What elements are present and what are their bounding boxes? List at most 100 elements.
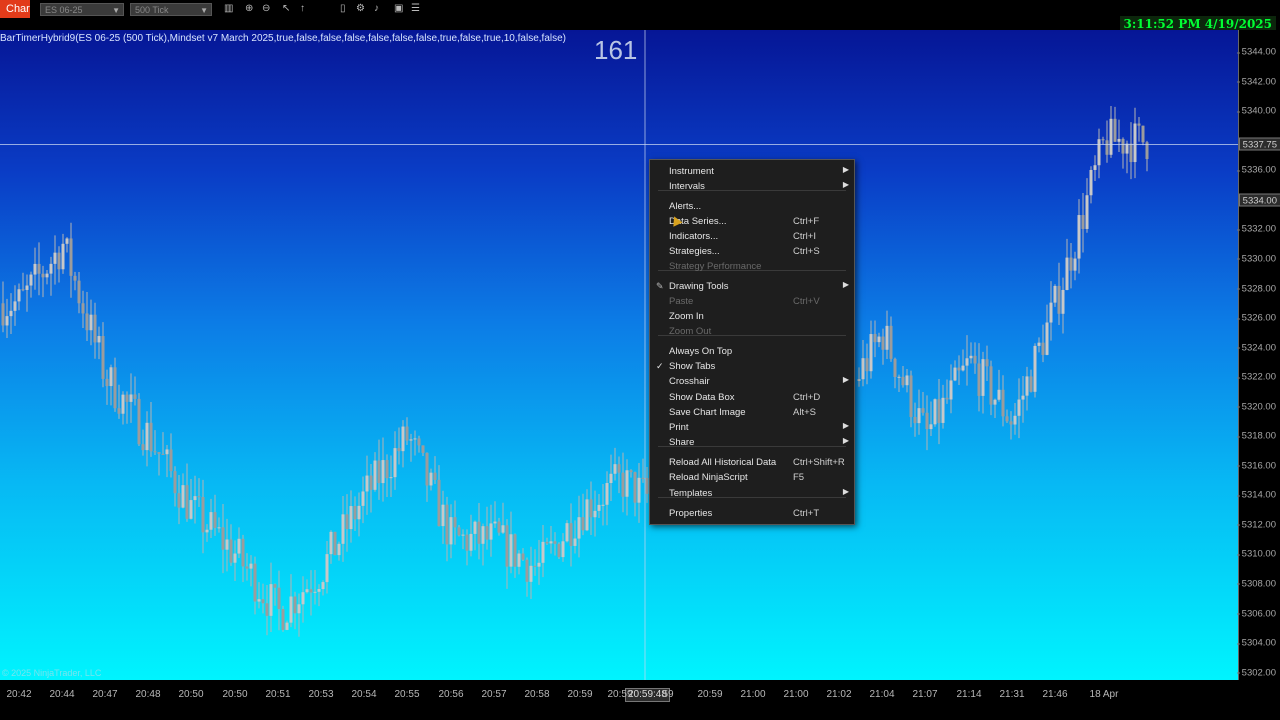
menu-item-label: Crosshair: [669, 376, 710, 387]
candle-body: [857, 379, 861, 381]
indicator-label[interactable]: BarTimerHybrid9(ES 06-25 (500 Tick),Mind…: [0, 33, 566, 44]
menu-item-paste: Paste Ctrl+V: [650, 295, 854, 309]
candle: [509, 511, 513, 574]
candle-body: [861, 358, 865, 380]
candle-body: [901, 376, 905, 386]
candle: [1117, 119, 1121, 153]
candle: [225, 518, 229, 572]
candle-body: [129, 394, 133, 402]
candle: [221, 504, 225, 574]
candle-body: [877, 336, 881, 343]
candle-body: [1109, 118, 1113, 155]
candle: [997, 369, 1001, 402]
candle: [589, 481, 593, 536]
candle: [1057, 262, 1061, 326]
properties-icon[interactable]: ⚙: [356, 3, 365, 15]
price-tick-label: 5330.00: [1236, 253, 1276, 265]
menu-item-reload-ninjascript[interactable]: Reload NinjaScript F5: [650, 471, 854, 485]
time-tick-label: 21:04: [869, 689, 895, 700]
candle-body: [117, 408, 121, 414]
candle-body: [445, 504, 449, 545]
zoom-out-icon[interactable]: ⊖: [262, 3, 270, 15]
menu-item-label: Zoom In: [669, 311, 704, 322]
time-tick-label: 20:48: [135, 689, 161, 700]
candle-body: [301, 592, 305, 605]
menu-item-label: Drawing Tools: [669, 281, 729, 292]
zoom-in-icon[interactable]: ⊕: [245, 3, 253, 15]
menu-item-save-chart-image[interactable]: Save Chart Image Alt+S: [650, 406, 854, 420]
menu-item-zoom-in[interactable]: Zoom In: [650, 310, 854, 324]
menu-item-alerts[interactable]: Alerts...: [650, 200, 854, 214]
list-icon[interactable]: ☰: [411, 3, 420, 15]
candle-body: [277, 587, 281, 610]
bars-icon[interactable]: ▥: [224, 3, 233, 15]
candle: [301, 576, 305, 623]
menu-item-crosshair[interactable]: Crosshair ▶: [650, 375, 854, 389]
candle: [97, 326, 101, 360]
menu-item-strategies[interactable]: Strategies... Ctrl+S: [650, 245, 854, 259]
menu-item-show-data-box[interactable]: Show Data Box Ctrl+D: [650, 391, 854, 405]
candle-body: [169, 449, 173, 472]
candle-body: [245, 566, 249, 569]
candle-body: [221, 527, 225, 550]
chart-panel[interactable]: BarTimerHybrid9(ES 06-25 (500 Tick),Mind…: [0, 30, 1238, 680]
candle: [209, 498, 213, 539]
image-icon[interactable]: ▣: [394, 3, 403, 15]
candle: [553, 532, 557, 556]
candle-body: [897, 376, 901, 378]
menu-item-show-tabs[interactable]: ✓ Show Tabs: [650, 360, 854, 374]
candle: [213, 494, 217, 536]
candle: [909, 370, 913, 428]
candle: [233, 540, 237, 581]
chart-tab[interactable]: Chart: [0, 0, 30, 18]
candle: [25, 274, 29, 312]
candle: [489, 504, 493, 557]
context-menu: Instrument ▶ Intervals ▶ Alerts... Data Serie…: [649, 159, 855, 525]
candle: [861, 339, 865, 387]
bracket-icon[interactable]: ▯: [340, 3, 346, 15]
bell-icon[interactable]: ♪: [374, 3, 379, 15]
candle: [93, 302, 97, 359]
pointer-icon[interactable]: ↑: [300, 3, 305, 15]
menu-item-templates[interactable]: Templates ▶: [650, 487, 854, 501]
candle-body: [17, 289, 21, 302]
time-tick-label: 21:02: [826, 689, 852, 700]
menu-item-properties[interactable]: Properties Ctrl+T: [650, 507, 854, 521]
instrument-select[interactable]: ES 06-25 ▼: [40, 3, 124, 16]
price-axis[interactable]: 5344.00 5342.00 5340.00 5336.00 5332.00 5330.…: [1236, 30, 1280, 680]
candle-body: [93, 314, 97, 343]
menu-item-print[interactable]: Print ▶: [650, 421, 854, 435]
time-axis[interactable]: 20:59:48 20:42 20:44 20:47 20:48 20:50 20:50 2…: [0, 680, 1238, 720]
menu-item-drawing-tools[interactable]: ✎ Drawing Tools ▶: [650, 280, 854, 294]
candle-body: [201, 497, 205, 533]
menu-item-always-on-top[interactable]: Always On Top: [650, 345, 854, 359]
candle-body: [1037, 342, 1041, 346]
candle-body: [273, 584, 277, 588]
candle-body: [1041, 342, 1045, 355]
candle: [641, 458, 645, 483]
menu-item-label: Intervals: [669, 181, 705, 192]
candle-body: [33, 263, 37, 275]
menu-item-indicators[interactable]: Indicators... Ctrl+I: [650, 230, 854, 244]
interval-select[interactable]: 500 Tick ▼: [130, 3, 212, 16]
candle: [1125, 140, 1129, 174]
instrument-value: ES 06-25: [45, 5, 83, 15]
candle-body: [1085, 195, 1089, 229]
candle: [1005, 409, 1009, 424]
candle: [393, 431, 397, 490]
menu-item-reload-all-historical-data[interactable]: Reload All Historical Data Ctrl+Shift+R: [650, 456, 854, 470]
menu-item-intervals[interactable]: Intervals ▶: [650, 180, 854, 194]
candle-body: [81, 303, 85, 314]
candle-body: [385, 460, 389, 479]
price-chart[interactable]: [0, 30, 1238, 680]
menu-item-instrument[interactable]: Instrument ▶: [650, 165, 854, 179]
candle: [1121, 137, 1125, 169]
copyright-text: © 2025 NinjaTrader, LLC: [2, 668, 102, 678]
pan-icon[interactable]: ↖: [282, 3, 290, 15]
candle-body: [885, 325, 889, 350]
candle-body: [253, 563, 257, 602]
candle: [141, 429, 145, 456]
candle-body: [993, 399, 997, 405]
menu-item-share[interactable]: Share ▶: [650, 436, 854, 450]
check-icon: ✓: [656, 361, 664, 371]
